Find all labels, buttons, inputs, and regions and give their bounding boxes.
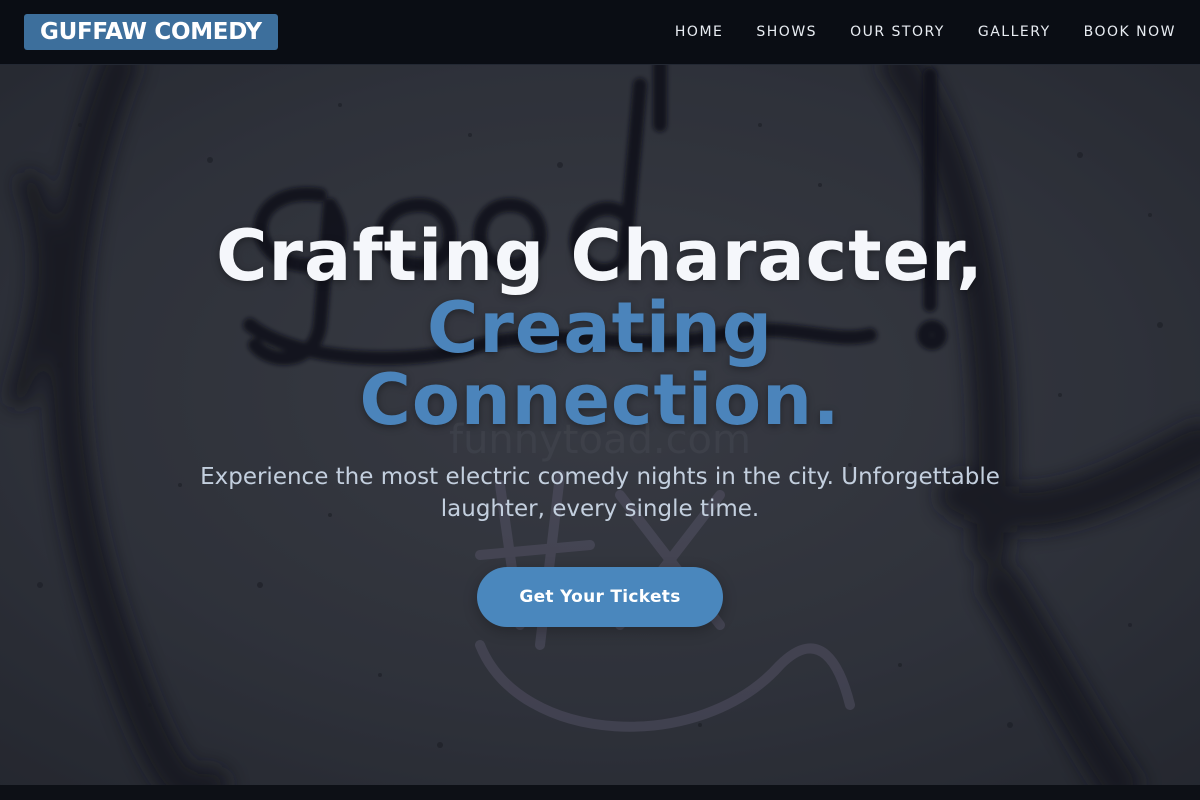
main-nav: HOME SHOWS OUR STORY GALLERY BOOK NOW <box>642 22 1176 42</box>
nav-book-now[interactable]: BOOK NOW <box>1084 22 1176 42</box>
nav-our-story[interactable]: OUR STORY <box>850 22 945 42</box>
hero-section: funnytoad.com Crafting Character, Creati… <box>0 65 1200 785</box>
headline-line-1: Crafting Character, <box>216 215 984 297</box>
nav-home[interactable]: HOME <box>675 22 723 42</box>
get-tickets-button[interactable]: Get Your Tickets <box>477 567 723 627</box>
site-header: GUFFAW COMEDY HOME SHOWS OUR STORY GALLE… <box>0 0 1200 65</box>
headline-line-3: Connection. <box>359 359 841 441</box>
nav-gallery[interactable]: GALLERY <box>978 22 1051 42</box>
site-logo[interactable]: GUFFAW COMEDY <box>24 14 278 50</box>
hero-headline: Crafting Character, Creating Connection. <box>100 220 1100 436</box>
page-bottom-strip <box>0 785 1200 800</box>
nav-shows[interactable]: SHOWS <box>756 22 817 42</box>
hero-subtitle: Experience the most electric comedy nigh… <box>200 464 1000 522</box>
headline-line-2: Creating <box>426 287 773 369</box>
